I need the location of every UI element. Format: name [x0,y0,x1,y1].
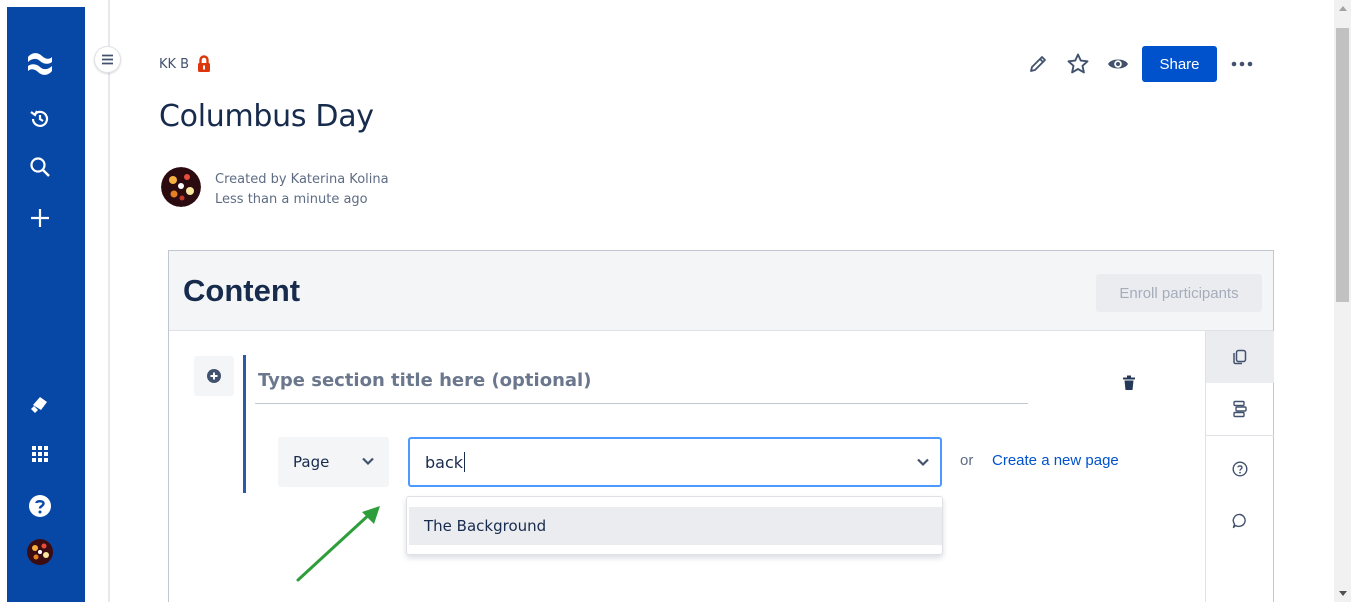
scroll-up-arrow-icon[interactable] [1334,0,1351,17]
app-switcher-icon[interactable] [22,436,58,472]
scrollbar-thumb[interactable] [1336,28,1349,302]
page-search-input[interactable]: back [408,437,942,487]
menu-icon [102,54,113,65]
suggestion-item[interactable]: The Background [409,507,942,545]
create-new-page-link[interactable]: Create a new page [992,452,1119,469]
created-by-text[interactable]: Created by Katerina Kolina [215,170,389,190]
scroll-down-arrow-icon[interactable] [1334,585,1351,602]
history-icon[interactable] [22,101,58,137]
more-icon[interactable] [1227,46,1257,82]
notification-icon[interactable] [22,386,58,422]
page-metadata: Created by Katerina Kolina Less than a m… [215,170,389,210]
help-circle-icon[interactable] [1206,443,1274,495]
chevron-down-icon [362,457,374,466]
plus-circle-icon [207,369,221,383]
profile-avatar[interactable] [22,534,58,570]
toolbar-divider [1206,435,1274,436]
chevron-down-icon[interactable] [916,455,930,469]
macro-title: Content [183,273,301,308]
section-title-underline [255,403,1028,404]
section-title-input[interactable]: Type section title here (optional) [258,370,591,391]
trash-icon[interactable] [1116,370,1142,396]
search-suggestions-dropdown: The Background [406,496,943,555]
content-type-value: Page [293,453,330,471]
comment-icon[interactable] [1206,495,1274,547]
page-title: Columbus Day [159,99,374,134]
page-search-value: back [425,452,464,472]
copy-icon[interactable] [1206,331,1274,383]
content-type-select[interactable]: Page [278,437,389,487]
add-section-button[interactable] [194,356,234,396]
confluence-logo-icon[interactable] [22,46,58,82]
plus-icon[interactable] [22,200,58,236]
or-label: or [960,452,974,469]
star-icon[interactable] [1060,46,1096,82]
structure-icon[interactable] [1206,383,1274,435]
annotation-arrow-icon [296,506,380,582]
enroll-participants-button[interactable]: Enroll participants [1096,274,1262,312]
help-icon[interactable] [22,488,58,524]
edit-icon[interactable] [1020,46,1056,82]
search-icon[interactable] [22,149,58,185]
text-caret [464,452,466,472]
page-actions: Share [1020,44,1257,84]
breadcrumb: KK B [159,55,211,73]
global-navigation [0,0,85,602]
created-time-text: Less than a minute ago [215,192,368,207]
author-avatar[interactable] [161,167,201,207]
lock-icon[interactable] [197,55,211,73]
watch-icon[interactable] [1100,46,1136,82]
macro-header: Content Enroll participants [169,251,1273,331]
macro-toolbar [1205,331,1274,602]
breadcrumb-space-link[interactable]: KK B [159,57,189,72]
vertical-scrollbar[interactable] [1334,0,1351,602]
sidebar-toggle-button[interactable] [94,46,121,73]
share-button[interactable]: Share [1142,46,1217,82]
sidebar-strip [85,0,110,602]
section-indicator [243,355,246,493]
